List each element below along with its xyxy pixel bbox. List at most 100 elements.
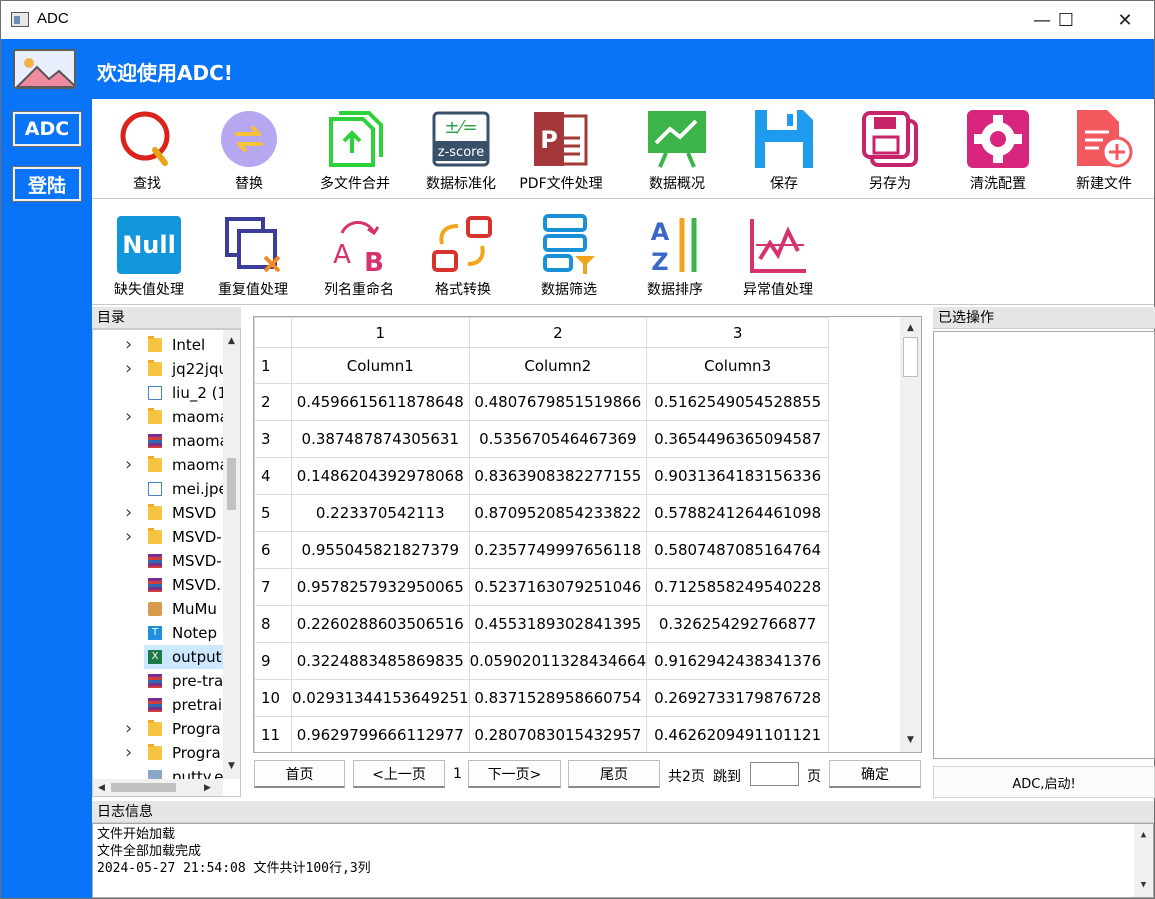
next-page-button[interactable]: 下一页>: [468, 760, 561, 788]
directory-tree[interactable]: › Intel › jq22jqu liu_2 (1 › maoma maoma › maoma m…: [92, 329, 241, 797]
tree-item[interactable]: MSVD-: [93, 549, 223, 573]
page-jump-input[interactable]: [750, 762, 799, 786]
table-cell[interactable]: 0.02931344153649251: [291, 679, 470, 717]
log-vscrollbar[interactable]: ▲ ▼: [1134, 824, 1153, 897]
row-number[interactable]: 1: [254, 347, 292, 384]
tree-item[interactable]: › MSVD-: [93, 525, 223, 549]
duplicate-button[interactable]: 重复值处理: [200, 205, 306, 299]
table-cell[interactable]: 0.3224883485869835: [291, 642, 470, 680]
tree-item[interactable]: maoma: [93, 429, 223, 453]
row-number[interactable]: 10: [254, 679, 292, 717]
login-button[interactable]: 登陆: [12, 166, 82, 202]
table-cell[interactable]: 0.4807679851519866: [468, 383, 648, 421]
table-cell[interactable]: 0.2260288603506516: [291, 605, 470, 643]
table-cell[interactable]: 0.5807487085164764: [646, 531, 830, 569]
table-cell[interactable]: 0.2807083015432957: [468, 716, 648, 752]
row-number[interactable]: 6: [254, 531, 292, 569]
overview-button[interactable]: 数据概况: [624, 99, 730, 193]
last-page-button[interactable]: 尾页: [568, 760, 660, 788]
data-table-view[interactable]: 1 2 3 1 Column1 Column2 Column3 2 0.45966…: [253, 316, 922, 753]
table-cell[interactable]: Column1: [291, 347, 470, 384]
directory-scroll-thumb[interactable]: [227, 458, 236, 510]
expand-arrow-icon[interactable]: ›: [125, 501, 132, 525]
tree-item[interactable]: › maoma: [93, 405, 223, 429]
expand-arrow-icon[interactable]: ›: [125, 525, 132, 549]
table-scroll-thumb[interactable]: [903, 337, 918, 377]
tree-item[interactable]: MSVD.: [93, 573, 223, 597]
table-cell[interactable]: 0.9031364183156336: [646, 457, 830, 495]
cleaning-config-button[interactable]: 清洗配置: [945, 99, 1051, 193]
table-cell[interactable]: 0.2357749997656118: [468, 531, 648, 569]
table-cell[interactable]: 0.387487874305631: [291, 420, 470, 458]
table-cell[interactable]: 0.5162549054528855: [646, 383, 830, 421]
directory-hscrollbar[interactable]: ◀ ▶: [93, 779, 223, 796]
expand-arrow-icon[interactable]: ›: [125, 405, 132, 429]
table-cell[interactable]: 0.9578257932950065: [291, 568, 470, 606]
table-cell[interactable]: 0.8363908382277155: [468, 457, 648, 495]
table-cell[interactable]: 0.223370542113: [291, 494, 470, 532]
table-cell[interactable]: 0.535670546467369: [468, 420, 648, 458]
maximize-button[interactable]: ☐: [1043, 1, 1089, 39]
scroll-left-icon[interactable]: ◀: [93, 779, 110, 796]
outlier-button[interactable]: 异常值处理: [725, 205, 831, 299]
prev-page-button[interactable]: <上一页: [353, 760, 445, 788]
find-button[interactable]: 查找: [94, 99, 200, 193]
tree-item[interactable]: › jq22jqu: [93, 357, 223, 381]
scroll-down-icon[interactable]: ▼: [902, 731, 919, 748]
merge-files-button[interactable]: 多文件合并: [302, 99, 408, 193]
table-cell[interactable]: Column3: [646, 347, 830, 384]
save-as-button[interactable]: 另存为: [837, 99, 943, 193]
table-cell[interactable]: 0.4596615611878648: [291, 383, 470, 421]
confirm-button[interactable]: 确定: [829, 760, 921, 788]
row-number[interactable]: 8: [254, 605, 292, 643]
data-filter-button[interactable]: 数据筛选: [516, 205, 622, 299]
table-cell[interactable]: 0.4553189302841395: [468, 605, 648, 643]
adc-button[interactable]: ADC: [12, 111, 82, 147]
table-cell[interactable]: 0.05902011328434664: [468, 642, 648, 680]
row-number[interactable]: 5: [254, 494, 292, 532]
expand-arrow-icon[interactable]: ›: [125, 333, 132, 357]
new-file-button[interactable]: 新建文件: [1051, 99, 1155, 193]
tree-item[interactable]: › MSVD: [93, 501, 223, 525]
table-cell[interactable]: 0.8709520854233822: [468, 494, 648, 532]
first-page-button[interactable]: 首页: [254, 760, 345, 788]
table-cell[interactable]: Column2: [468, 347, 648, 384]
row-number[interactable]: 9: [254, 642, 292, 680]
table-cell[interactable]: 0.326254292766877: [646, 605, 830, 643]
scroll-right-icon[interactable]: ▶: [199, 779, 216, 796]
rename-columns-button[interactable]: AB 列名重命名: [306, 205, 412, 299]
replace-button[interactable]: 替换: [196, 99, 302, 193]
tree-item[interactable]: MuMu: [93, 597, 223, 621]
expand-arrow-icon[interactable]: ›: [125, 453, 132, 477]
row-number[interactable]: 2: [254, 383, 292, 421]
table-cell[interactable]: 0.955045821827379: [291, 531, 470, 569]
scroll-up-icon[interactable]: ▲: [1135, 827, 1152, 844]
expand-arrow-icon[interactable]: ›: [125, 717, 132, 741]
log-output[interactable]: 文件开始加载 文件全部加载完成 2024-05-27 21:54:08 文件共计…: [92, 823, 1154, 898]
scroll-up-icon[interactable]: ▲: [223, 332, 240, 349]
selected-ops-list[interactable]: [933, 331, 1155, 759]
column-number[interactable]: 1: [291, 317, 470, 348]
adc-start-button[interactable]: ADC,启动!: [933, 766, 1155, 798]
save-button[interactable]: 保存: [731, 99, 837, 193]
scroll-down-icon[interactable]: ▼: [223, 757, 240, 774]
table-cell[interactable]: 0.1486204392978068: [291, 457, 470, 495]
row-number[interactable]: 11: [254, 716, 292, 752]
tree-item[interactable]: mei.jpe: [93, 477, 223, 501]
tree-item[interactable]: › Progra: [93, 741, 223, 765]
row-number[interactable]: 4: [254, 457, 292, 495]
data-sort-button[interactable]: AZ 数据排序: [622, 205, 728, 299]
tree-item[interactable]: Xoutput: [144, 645, 223, 669]
tree-item[interactable]: › Intel: [93, 333, 223, 357]
table-cell[interactable]: 0.5788241264461098: [646, 494, 830, 532]
table-cell[interactable]: 0.8371528958660754: [468, 679, 648, 717]
column-number[interactable]: 3: [646, 317, 830, 348]
standardize-button[interactable]: ±⁄= z-score 数据标准化: [408, 99, 514, 193]
expand-arrow-icon[interactable]: ›: [125, 357, 132, 381]
tree-item[interactable]: liu_2 (1: [93, 381, 223, 405]
table-cell[interactable]: 0.4626209491101121: [646, 716, 830, 752]
row-number[interactable]: 7: [254, 568, 292, 606]
table-cell[interactable]: 0.7125858249540228: [646, 568, 830, 606]
close-button[interactable]: ✕: [1102, 1, 1148, 39]
scroll-down-icon[interactable]: ▼: [1135, 877, 1152, 894]
